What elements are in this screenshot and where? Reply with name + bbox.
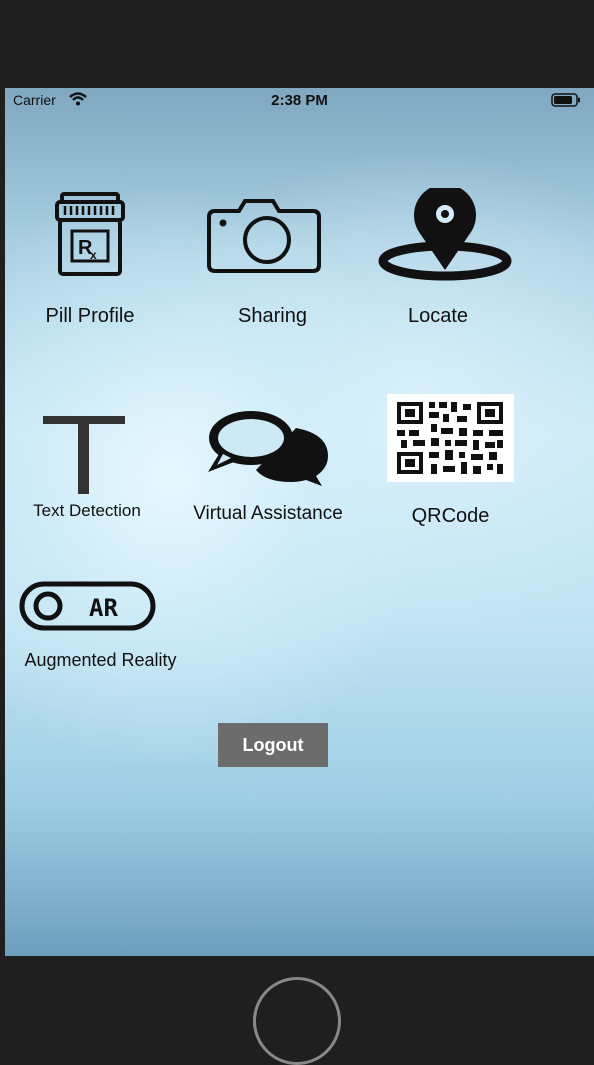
menu-item-pill-profile[interactable]: R x Pill Profile [25, 183, 175, 333]
logout-button[interactable]: Logout [218, 723, 328, 767]
location-pin-icon [378, 188, 512, 281]
app-screen: Carrier 2:38 PM R x Pill Profile Sharing… [5, 88, 594, 956]
menu-item-label: Pill Profile [45, 305, 135, 327]
menu-item-label: Augmented Reality [24, 650, 177, 670]
battery-icon [551, 93, 580, 107]
menu-item-locate[interactable]: Locate [375, 183, 525, 333]
menu-item-label: Virtual Assistance [193, 503, 343, 524]
letter-t-icon [43, 416, 125, 494]
chat-bubbles-icon [208, 411, 328, 486]
status-bar: Carrier 2:38 PM [5, 88, 594, 114]
menu-item-virtual-assistance[interactable]: Virtual Assistance [179, 406, 359, 524]
svg-text:x: x [90, 248, 97, 262]
menu-item-qrcode[interactable]: QRCode [387, 394, 517, 529]
ar-text: AR [89, 594, 118, 622]
pill-bottle-icon: R x [55, 192, 125, 276]
camera-icon [207, 199, 321, 273]
home-button[interactable] [253, 977, 341, 1065]
ar-toggle-icon: AR [19, 581, 156, 631]
menu-item-label: QRCode [411, 505, 490, 527]
menu-item-label: Text Detection [33, 501, 141, 520]
menu-item-text-detection[interactable]: Text Detection [19, 408, 169, 520]
menu-item-label: Sharing [238, 305, 307, 327]
qr-code-icon [387, 394, 514, 482]
menu-item-augmented-reality[interactable]: AR Augmented Reality [5, 578, 200, 678]
menu-item-label: Locate [407, 305, 469, 327]
menu-item-sharing[interactable]: Sharing [195, 183, 345, 333]
status-time: 2:38 PM [271, 92, 328, 109]
